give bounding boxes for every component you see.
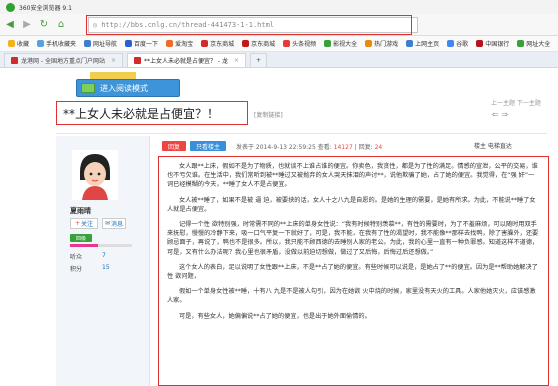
bookmark-icon: [37, 40, 45, 47]
home-icon[interactable]: ⌂: [54, 18, 68, 32]
only-author-button[interactable]: 只看楼主: [190, 141, 226, 151]
follow-button[interactable]: + 关注: [70, 218, 98, 229]
tab-current-thread[interactable]: **上女人未必就是占便宜？ - 龙 ×: [127, 53, 247, 67]
bookmarks-bar: 收藏 手机收藏夹 网址导航 百度一下 爱淘宝 京东商城 京东商城 头条视频 影视…: [0, 36, 558, 52]
post-paragraph: 可是，有些女人，她偏偏说**占了她的便宜，也是出于她外面偷情的。: [179, 312, 371, 320]
site-favicon-icon: [11, 57, 18, 64]
divider: [56, 133, 547, 134]
tab-strip: 龙港网 - 全国地方重点门户网站 × **上女人未必就是占便宜？ - 龙 × +: [0, 52, 558, 68]
new-tab-button[interactable]: +: [250, 53, 268, 67]
bookmark-item[interactable]: 手机收藏夹: [37, 39, 76, 48]
avatar[interactable]: [72, 150, 118, 200]
thread-title: **上女人未必就是占便宜？！: [56, 101, 248, 125]
bookmark-icon: [406, 40, 414, 47]
level-progress: [70, 244, 132, 247]
close-icon[interactable]: ×: [234, 57, 239, 64]
bookmark-icon: [324, 40, 332, 47]
bookmark-icon: [242, 40, 250, 47]
post-paragraph: 女人跟**上床，假如不是为了物质，也就谈不上谁占谁的便宜。你卖色，我贪性，都是为…: [167, 163, 538, 189]
envelope-icon: ✉: [104, 220, 110, 227]
post-paragraph: 女人被**睡了，如果不是被 逼 迫，被要挟的话，女人十之八九是自愿的。是她的生理…: [167, 196, 536, 213]
bookmark-item[interactable]: 热门游戏: [365, 39, 398, 48]
refresh-icon[interactable]: ↻: [37, 18, 51, 32]
decorative-banner: [90, 72, 136, 79]
bookmark-icon: [365, 40, 373, 47]
bookmark-item[interactable]: 百度一下: [125, 39, 158, 48]
plus-icon: +: [74, 220, 80, 227]
post-paragraph: 这个女人的表白，足以说明了女性跟**上床，不是**占了她的便宜。有些时候可以说是…: [167, 263, 538, 281]
bookmark-icon: [166, 40, 174, 47]
book-icon: [81, 83, 95, 93]
bookmark-icon: [125, 40, 133, 47]
stat-points: 积分 15: [70, 264, 110, 273]
author-name[interactable]: 夏雨晴: [70, 206, 91, 216]
site-favicon-icon: [134, 57, 142, 64]
bookmark-item[interactable]: 网址大全: [517, 39, 550, 48]
bookmark-icon: [8, 40, 15, 47]
bookmark-item[interactable]: 谷歌: [447, 39, 468, 48]
bookmark-item[interactable]: 网址导航: [84, 39, 117, 48]
close-icon[interactable]: ×: [111, 57, 116, 64]
bookmark-item[interactable]: 头条视频: [283, 39, 316, 48]
level-progress-fill: [70, 244, 98, 247]
message-button[interactable]: ✉ 消息: [102, 218, 126, 229]
back-icon[interactable]: ◀: [3, 18, 17, 32]
topic-navigation[interactable]: 上一主题 下一主题: [491, 98, 541, 107]
bookmark-item[interactable]: 影视大全: [324, 39, 357, 48]
author-sidebar: 夏雨晴 + 关注 ✉ 消息 四级 听众 7 积分 15: [56, 136, 150, 386]
bookmark-icon: [84, 40, 92, 47]
reply-button[interactable]: 回复: [162, 141, 186, 151]
floor-jump[interactable]: 楼主 电梯直达: [474, 141, 512, 150]
bookmark-item[interactable]: 京东商城: [201, 39, 234, 48]
tab-longgang[interactable]: 龙港网 - 全国地方重点门户网站 ×: [4, 53, 124, 67]
browser-title-bar: 360安全浏览器 9.1: [0, 0, 558, 14]
bookmark-item[interactable]: 京东商城: [242, 39, 275, 48]
reader-mode-button[interactable]: 进入阅读模式: [76, 79, 180, 97]
forward-icon[interactable]: ▶: [20, 18, 34, 32]
bookmark-item[interactable]: 爱淘宝: [166, 39, 193, 48]
bookmark-item[interactable]: 收藏: [8, 39, 29, 48]
bookmark-item[interactable]: 上网主页: [406, 39, 439, 48]
post-paragraph: 假如一个单身女性被**睡，十有八 九是不是被人勾引，因为在她欲 火中烧的时候，家…: [167, 288, 536, 305]
bookmark-icon: [201, 40, 209, 47]
bookmark-icon: [447, 40, 455, 47]
browser-logo-icon: [6, 2, 15, 12]
stat-listeners: 听众 7: [70, 252, 106, 261]
bookmark-item[interactable]: 中国银行: [476, 39, 509, 48]
copy-link[interactable]: [复制链接]: [254, 110, 283, 119]
address-highlight-box: [86, 15, 412, 35]
post-paragraph: 记得一个性 欲特别强，时常需不同的**上床的单身女性说：“我有时候特别羡慕**，…: [167, 221, 539, 256]
browser-toolbar: ◀ ▶ ↻ ⌂ ◎ http://bbs.cnlg.cn/thread-4414…: [0, 14, 558, 36]
page-controls[interactable]: ⇐ ⇒: [492, 110, 508, 119]
post-content: 女人跟**上床，假如不是为了物质，也就谈不上谁占谁的便宜。你卖色，我贪性，都是为…: [158, 156, 549, 386]
browser-title: 360安全浏览器 9.1: [19, 4, 72, 12]
bookmark-icon: [476, 40, 484, 47]
bookmark-icon: [283, 40, 291, 47]
post-meta: 发表于 2014-9-13 22:59:25 查看: 14127 | 回复: 2…: [236, 143, 383, 151]
level-badge: 四级: [70, 234, 92, 242]
bookmark-icon: [517, 40, 525, 47]
